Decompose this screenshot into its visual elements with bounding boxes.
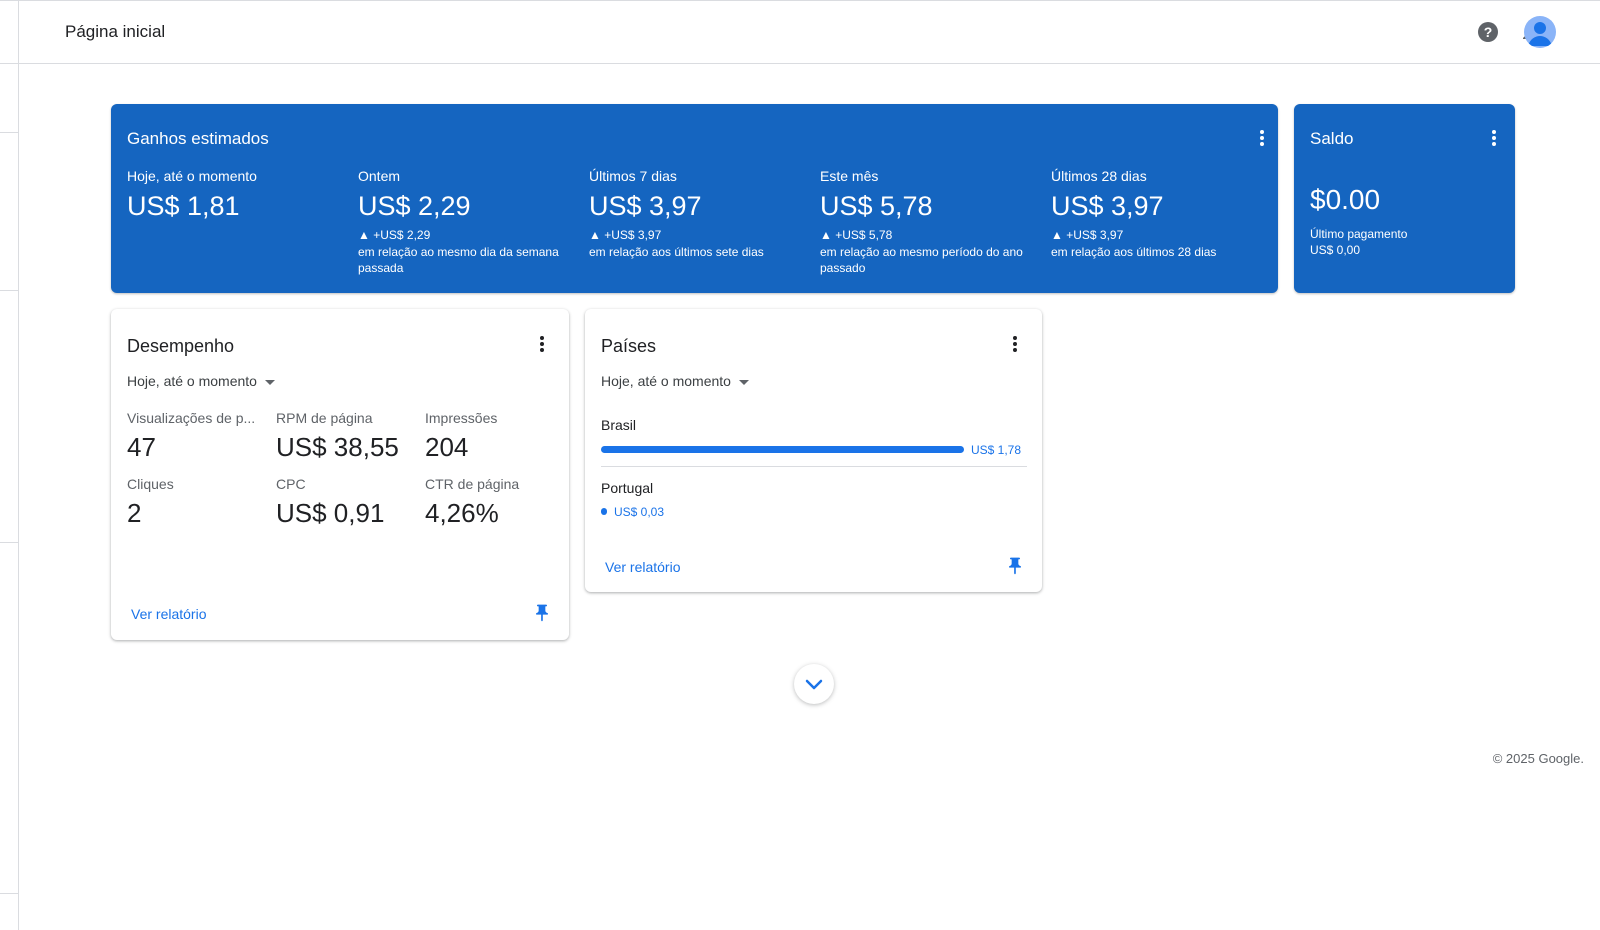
sidebar-divider [0, 542, 18, 543]
pin-icon[interactable] [1005, 556, 1025, 576]
performance-card: Desempenho Hoje, até o momento Visualiza… [111, 309, 569, 640]
metric-label: Últimos 7 dias [589, 168, 677, 184]
period-dropdown-label: Hoje, até o momento [127, 373, 257, 389]
country-divider [601, 466, 1027, 467]
stat-impressions: Impressões 204 [425, 410, 557, 463]
last-payment-value: US$ 0,00 [1310, 243, 1361, 257]
balance-title: Saldo [1310, 129, 1354, 148]
estimated-earnings-card: Ganhos estimados Hoje, até o momento US$… [111, 104, 1278, 293]
more-vert-icon[interactable] [1484, 128, 1504, 148]
avatar[interactable] [1524, 16, 1556, 48]
avatar-icon [1528, 22, 1552, 46]
stat-label: RPM de página [276, 410, 373, 426]
stat-label: Visualizações de p... [127, 410, 256, 426]
last-payment-label: Último pagamento [1310, 227, 1408, 241]
metric-delta: ▲ +US$ 5,78 [820, 228, 893, 242]
metric-description: em relação aos últimos sete dias [589, 245, 764, 259]
metric-description: em relação ao mesmo período do ano passa… [820, 245, 1023, 275]
page-title: Página inicial [65, 22, 166, 41]
metric-value: US$ 3,97 [589, 191, 702, 221]
metric-value: US$ 5,78 [820, 191, 933, 221]
top-app-bar: Página inicial ? [18, 2, 1600, 64]
metric-value: US$ 1,81 [127, 191, 240, 221]
stat-value: 204 [425, 432, 469, 462]
copyright: © 2025 Google. [1492, 751, 1584, 766]
view-report-link[interactable]: Ver relatório [605, 559, 680, 575]
stat-value: US$ 38,55 [276, 432, 399, 462]
more-vert-icon[interactable] [1005, 334, 1025, 354]
chevron-down-icon [805, 679, 823, 690]
country-value: US$ 1,78 [971, 443, 1022, 457]
stat-value: US$ 0,91 [276, 498, 385, 528]
country-bar-brasil [601, 446, 964, 453]
estimated-earnings-title: Ganhos estimados [127, 129, 269, 148]
country-bar-portugal [601, 508, 607, 515]
top-border [0, 0, 1600, 1]
stat-label: CTR de página [425, 476, 520, 492]
earnings-metric-this-month: Este mês US$ 5,78 ▲ +US$ 5,78 em relação… [820, 168, 1045, 276]
metric-description: em relação aos últimos 28 dias [1051, 245, 1217, 259]
stat-cpc: CPC US$ 0,91 [276, 476, 416, 529]
stat-page-ctr: CTR de página 4,26% [425, 476, 557, 529]
earnings-metric-yesterday: Ontem US$ 2,29 ▲ +US$ 2,29 em relação ao… [358, 168, 583, 276]
metric-description: em relação ao mesmo dia da semana passad… [358, 245, 559, 275]
period-dropdown[interactable]: Hoje, até o momento [601, 373, 749, 389]
stat-clicks: Cliques 2 [127, 476, 259, 529]
metric-delta: ▲ +US$ 2,29 [358, 228, 431, 242]
country-name: Brasil [601, 417, 637, 433]
last-payment: Último pagamento US$ 0,00 [1310, 226, 1407, 258]
sidebar-divider [0, 63, 18, 64]
view-report-link[interactable]: Ver relatório [131, 606, 206, 622]
sidebar-divider [0, 893, 18, 894]
sidebar-divider [0, 290, 18, 291]
country-value: US$ 0,03 [614, 505, 665, 519]
balance-card: Saldo $0.00 Último pagamento US$ 0,00 [1294, 104, 1515, 293]
stat-label: CPC [276, 476, 306, 492]
earnings-metric-last-7-days: Últimos 7 dias US$ 3,97 ▲ +US$ 3,97 em r… [589, 168, 814, 260]
period-dropdown-label: Hoje, até o momento [601, 373, 731, 389]
balance-value: $0.00 [1310, 184, 1381, 215]
svg-text:?: ? [1484, 24, 1493, 40]
stat-value: 47 [127, 432, 156, 462]
countries-title: Países [601, 336, 657, 356]
metric-value: US$ 2,29 [358, 191, 471, 221]
caret-down-icon [738, 379, 749, 385]
sidebar-divider [0, 132, 18, 133]
more-vert-icon[interactable] [1252, 128, 1272, 148]
caret-down-icon [264, 379, 275, 385]
stat-value: 2 [127, 498, 142, 528]
stat-page-rpm: RPM de página US$ 38,55 [276, 410, 416, 463]
metric-label: Ontem [358, 168, 401, 184]
stat-value: 4,26% [425, 498, 499, 528]
help-icon[interactable]: ? [1476, 20, 1500, 44]
stat-page-views: Visualizações de p... 47 [127, 410, 259, 463]
more-vert-icon[interactable] [532, 334, 552, 354]
stat-label: Impressões [425, 410, 498, 426]
performance-title: Desempenho [127, 336, 235, 356]
pin-icon[interactable] [532, 603, 552, 623]
sidebar-rail [0, 0, 19, 930]
metric-value: US$ 3,97 [1051, 191, 1164, 221]
metric-label: Hoje, até o momento [127, 168, 257, 184]
metric-delta: ▲ +US$ 3,97 [1051, 228, 1124, 242]
expand-button[interactable] [794, 664, 834, 704]
earnings-metric-today: Hoje, até o momento US$ 1,81 [127, 168, 352, 222]
metric-label: Últimos 28 dias [1051, 168, 1147, 184]
earnings-metric-last-28-days: Últimos 28 dias US$ 3,97 ▲ +US$ 3,97 em … [1051, 168, 1276, 260]
metric-label: Este mês [820, 168, 879, 184]
period-dropdown[interactable]: Hoje, até o momento [127, 373, 275, 389]
country-name: Portugal [601, 480, 654, 496]
countries-card: Países Hoje, até o momento Brasil US$ 1,… [585, 309, 1042, 592]
stat-label: Cliques [127, 476, 174, 492]
metric-delta: ▲ +US$ 3,97 [589, 228, 662, 242]
